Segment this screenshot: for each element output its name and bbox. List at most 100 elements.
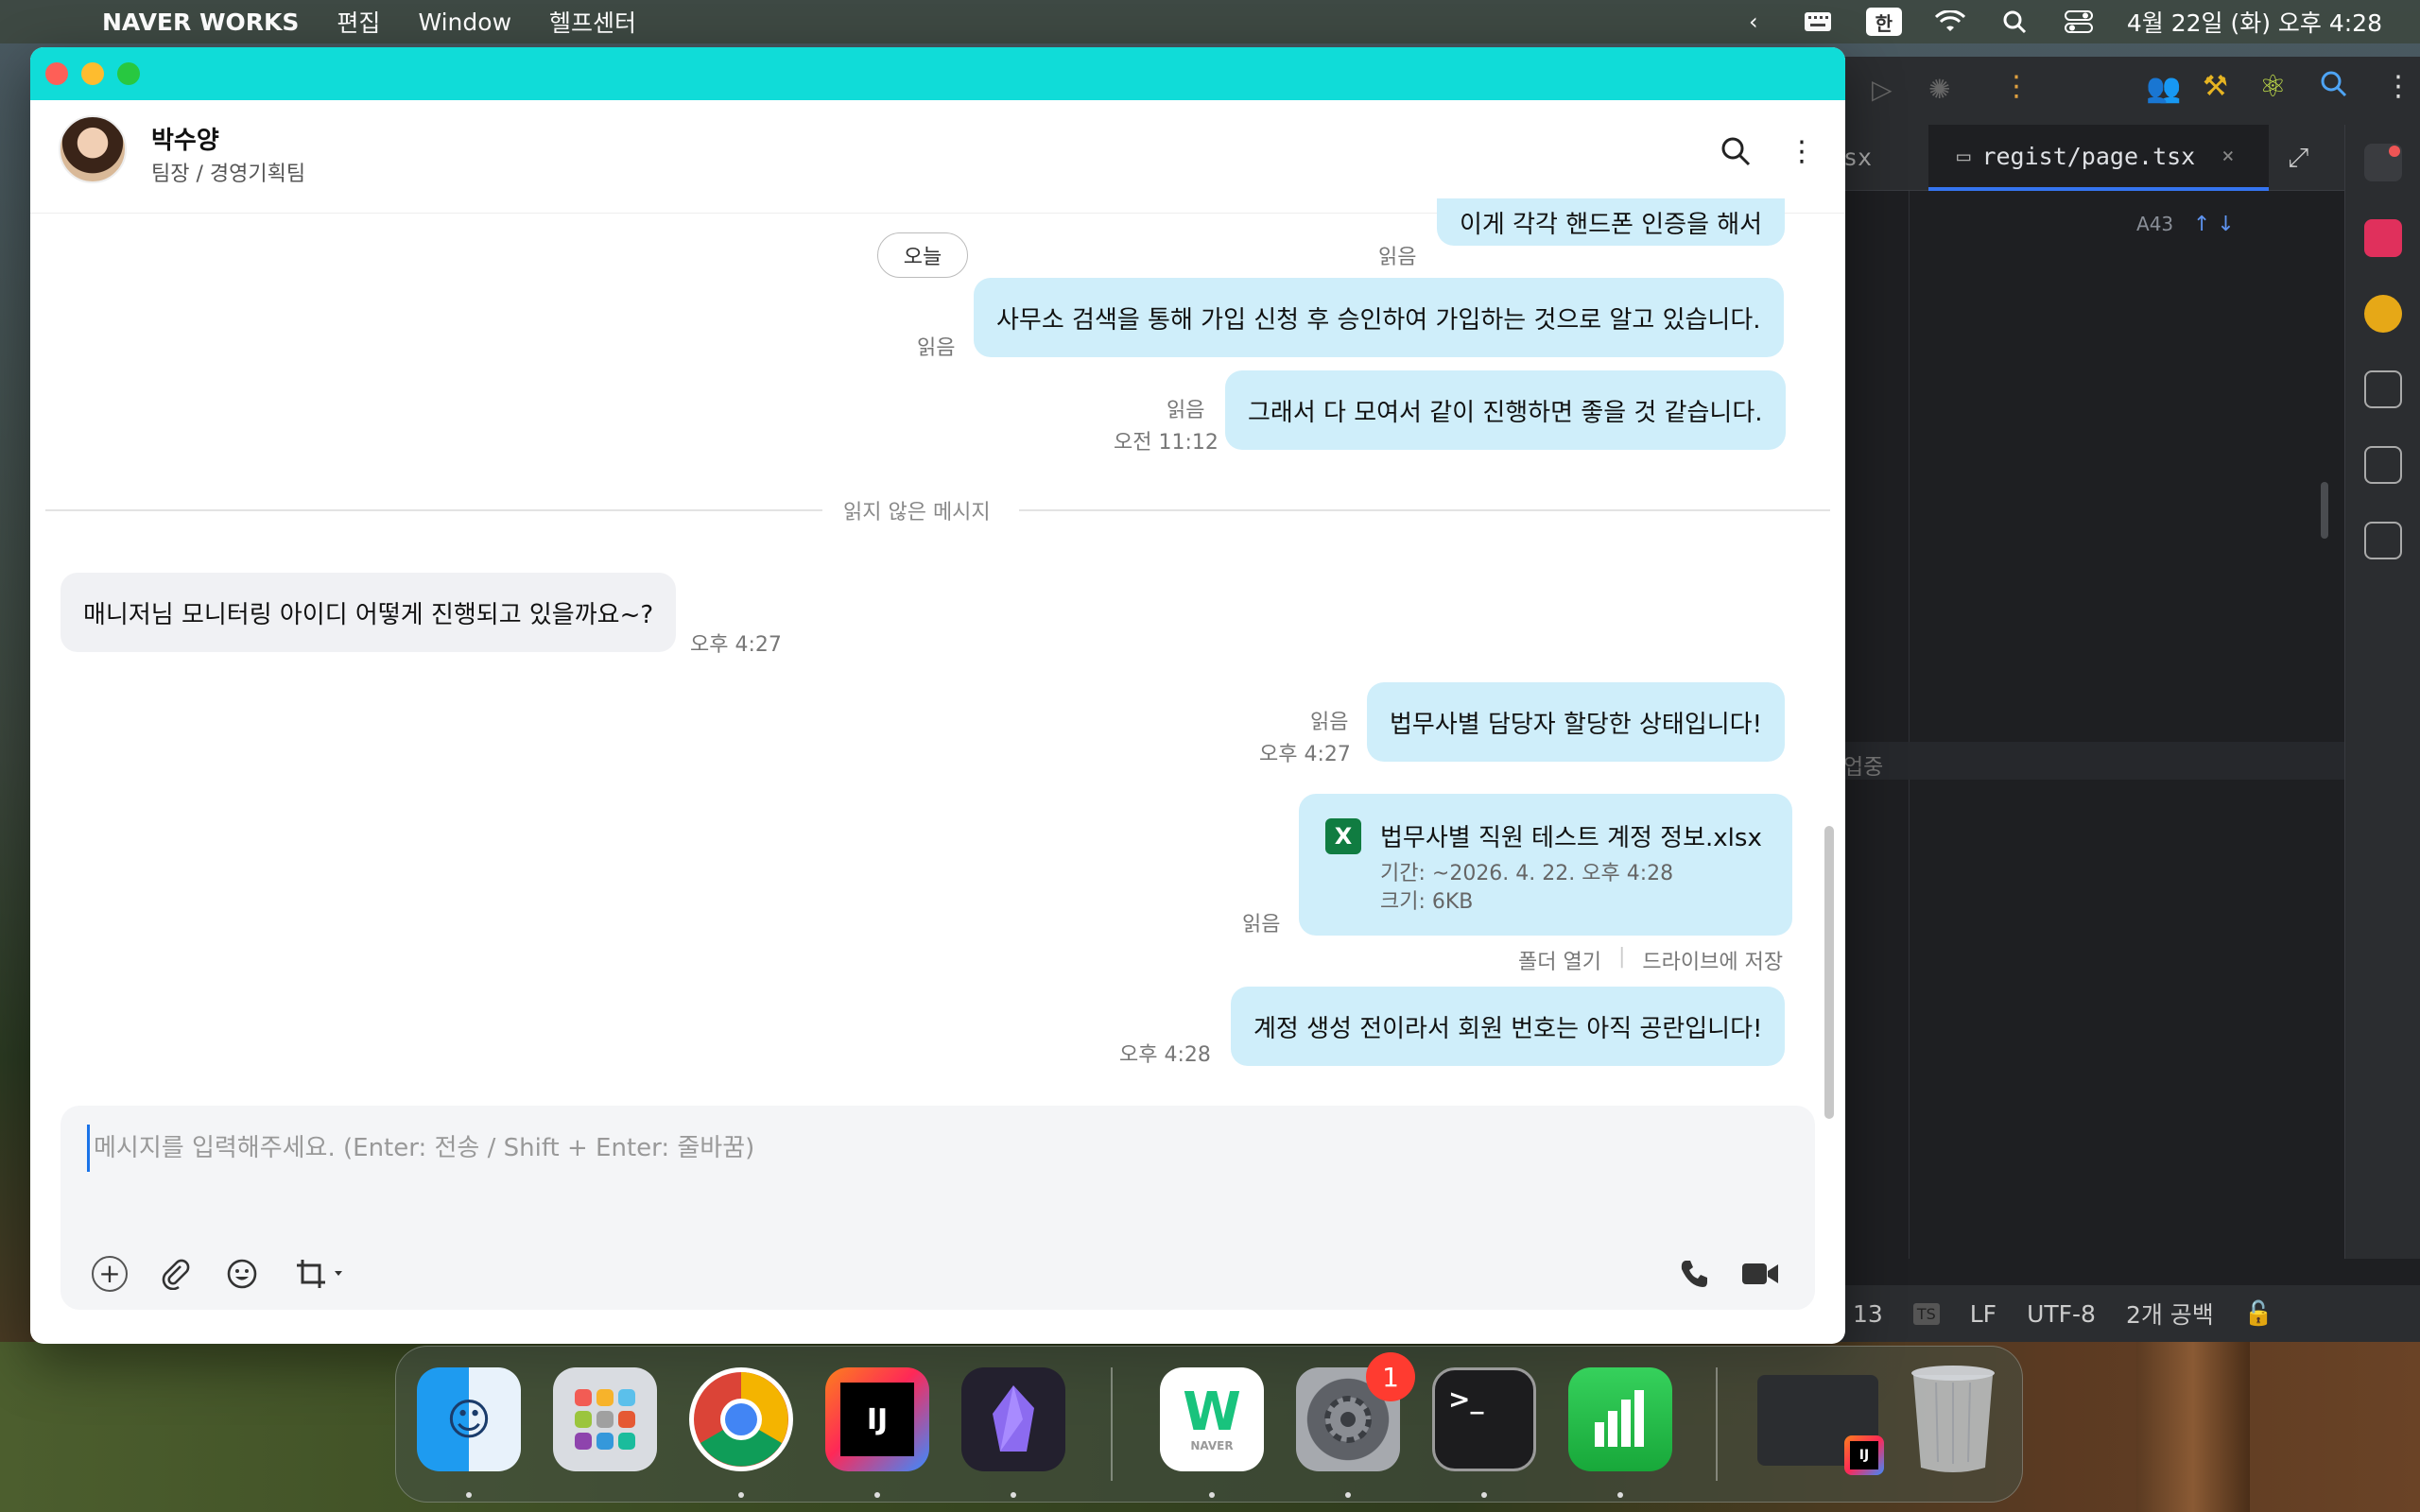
trash-icon[interactable] — [1901, 1366, 2005, 1472]
running-indicator — [1481, 1492, 1487, 1498]
status-line-ending[interactable]: LF — [1970, 1300, 1996, 1328]
status-encoding[interactable]: UTF-8 — [2027, 1300, 2096, 1328]
spotlight-search-icon[interactable] — [1998, 9, 2031, 35]
read-receipt: 읽음 — [917, 336, 956, 360]
ide-toolbar: ▷ ✺ ⋮ 👥 ⚒ ⚛ ⋮ — [1796, 57, 2420, 125]
navigate-arrows-icon[interactable]: ↑ ↓ — [2193, 213, 2235, 236]
ide-editor[interactable] — [1910, 191, 2344, 1259]
search-icon[interactable] — [1717, 132, 1754, 170]
menu-help[interactable]: 헬프센터 — [549, 5, 636, 39]
message-bubble[interactable]: 사무소 검색을 통해 가입 신청 후 승인하여 가입하는 것으로 알고 있습니다… — [974, 278, 1784, 357]
intellij-idea-icon[interactable]: IJ — [825, 1367, 929, 1471]
more-vertical-icon[interactable]: ⋮ — [1783, 132, 1821, 170]
message-time: 오후 4:27 — [1259, 743, 1351, 766]
debug-icon[interactable]: ✺ — [1928, 74, 1950, 105]
dock: ☺ IJ W NAVER 1 >_ IJ — [395, 1346, 2023, 1503]
running-indicator — [1011, 1492, 1016, 1498]
input-method-indicator[interactable]: 한 — [1865, 8, 1902, 36]
wallpaper-tree — [2136, 1342, 2250, 1512]
menu-bar: NAVER WORKS 편집 Window 헬프센터 ‹ 한 4월 22일 (화… — [0, 0, 2420, 43]
database-icon[interactable] — [2364, 295, 2402, 333]
divider: | — [1617, 945, 1626, 969]
unread-divider: 읽지 않은 메시지 — [843, 501, 991, 524]
tab-partial[interactable]: sx — [1843, 125, 1872, 191]
read-receipt: 읽음 — [1167, 399, 1205, 422]
contact-avatar[interactable] — [59, 115, 127, 183]
status-indent[interactable]: 2개 공백 — [2126, 1297, 2214, 1331]
obsidian-icon[interactable] — [961, 1367, 1065, 1471]
message-bubble[interactable]: 그래서 다 모여서 같이 진행하면 좋을 것 같습니다. — [1225, 370, 1786, 450]
numbers-icon[interactable] — [1568, 1367, 1672, 1471]
tab-regist-page[interactable]: ▭ regist/page.tsx × — [1928, 125, 2269, 191]
lock-icon[interactable]: 🔓 — [2244, 1299, 2273, 1328]
contact-name[interactable]: 박수양 — [151, 121, 219, 156]
expand-icon[interactable]: ⤢ — [2288, 142, 2308, 174]
date-divider: 오늘 — [877, 232, 968, 278]
message-bubble[interactable]: 이게 각각 핸드폰 인증을 해서 — [1437, 198, 1786, 246]
message-input[interactable] — [87, 1125, 1599, 1172]
run-icon[interactable]: ▷ — [1872, 74, 1893, 105]
typescript-icon[interactable]: TS — [1912, 1302, 1940, 1325]
ai-assistant-icon[interactable] — [2364, 219, 2402, 257]
keyboard-icon[interactable] — [1802, 9, 1834, 35]
window-titlebar[interactable] — [30, 47, 1845, 100]
tab-label: regist/page.tsx — [1981, 142, 2196, 170]
menubar-clock[interactable]: 4월 22일 (화) 오후 4:28 — [2127, 5, 2382, 39]
zoom-window-button[interactable] — [117, 62, 140, 85]
launchpad-icon[interactable] — [553, 1367, 657, 1471]
file-name[interactable]: 법무사별 직원 테스트 계정 정보.xlsx — [1380, 818, 1762, 853]
message-composer: + — [60, 1106, 1815, 1310]
capture-icon[interactable] — [291, 1253, 352, 1295]
minimized-intellij-window[interactable]: IJ — [1757, 1375, 1884, 1475]
find-usages-icon[interactable] — [2364, 446, 2402, 484]
test-icon[interactable] — [2364, 370, 2402, 408]
file-icon: ▭ — [1957, 143, 1971, 169]
menu-edit[interactable]: 편집 — [337, 5, 380, 39]
notification-badge: 1 — [1366, 1352, 1415, 1401]
terminal-icon[interactable]: >_ — [1432, 1367, 1536, 1471]
add-icon[interactable]: + — [89, 1253, 130, 1295]
running-indicator — [1617, 1492, 1623, 1498]
chat-window: 박수양 팀장 / 경영기획팀 ⋮ 이게 각각 핸드폰 인증을 해서 읽음 오늘 … — [30, 47, 1845, 1344]
running-indicator — [1345, 1492, 1351, 1498]
chevron-left-icon[interactable]: ‹ — [1737, 9, 1770, 35]
phone-icon[interactable] — [1673, 1253, 1715, 1295]
close-window-button[interactable] — [45, 62, 68, 85]
message-bubble[interactable]: 매니저님 모니터링 아이디 어떻게 진행되고 있을까요~? — [60, 573, 677, 652]
wifi-icon[interactable] — [1934, 9, 1966, 35]
tools-icon[interactable]: ⚒ — [2203, 70, 2228, 103]
unread-divider-line — [45, 509, 822, 511]
control-center-icon[interactable] — [2063, 9, 2095, 35]
dock-separator — [1111, 1367, 1113, 1481]
notifications-icon[interactable] — [2364, 144, 2402, 181]
message-bubble[interactable]: 계정 생성 전이라서 회원 번호는 아직 공란입니다! — [1231, 987, 1786, 1066]
video-call-icon[interactable] — [1739, 1253, 1781, 1295]
message-time: 오전 11:12 — [1114, 431, 1219, 455]
dock-separator — [1716, 1367, 1718, 1481]
read-receipt: 읽음 — [1378, 246, 1417, 269]
more-vertical-icon[interactable]: ⋮ — [2384, 70, 2412, 103]
attach-icon[interactable] — [155, 1253, 197, 1295]
search-icon[interactable] — [2320, 70, 2348, 102]
emoji-icon[interactable] — [221, 1253, 263, 1295]
naver-works-icon[interactable]: W NAVER — [1160, 1367, 1264, 1471]
finder-icon[interactable]: ☺ — [417, 1367, 521, 1471]
app-menu[interactable]: NAVER WORKS — [102, 9, 299, 36]
status-line[interactable]: 13 — [1853, 1300, 1883, 1328]
chrome-icon[interactable] — [689, 1367, 793, 1471]
ide-scrollbar[interactable] — [2321, 482, 2328, 539]
close-icon[interactable]: × — [2221, 145, 2234, 168]
open-folder-link[interactable]: 폴더 열기 — [1518, 945, 1601, 975]
menu-window[interactable]: Window — [418, 9, 511, 36]
contact-subtitle: 팀장 / 경영기획팀 — [151, 163, 306, 186]
save-to-drive-link[interactable]: 드라이브에 저장 — [1642, 945, 1783, 975]
unread-divider-line — [1019, 509, 1830, 511]
message-bubble[interactable]: 법무사별 담당자 할당한 상태입니다! — [1367, 682, 1786, 762]
chat-scrollbar[interactable] — [1824, 826, 1834, 1119]
structure-icon[interactable] — [2364, 522, 2402, 559]
more-vertical-icon[interactable]: ⋮ — [2002, 70, 2031, 103]
file-attachment[interactable]: X 법무사별 직원 테스트 계정 정보.xlsx 기간: ~2026. 4. 2… — [1299, 794, 1792, 936]
people-icon[interactable]: 👥 — [2146, 72, 2181, 105]
atom-icon[interactable]: ⚛ — [2259, 68, 2287, 104]
minimize-window-button[interactable] — [81, 62, 104, 85]
